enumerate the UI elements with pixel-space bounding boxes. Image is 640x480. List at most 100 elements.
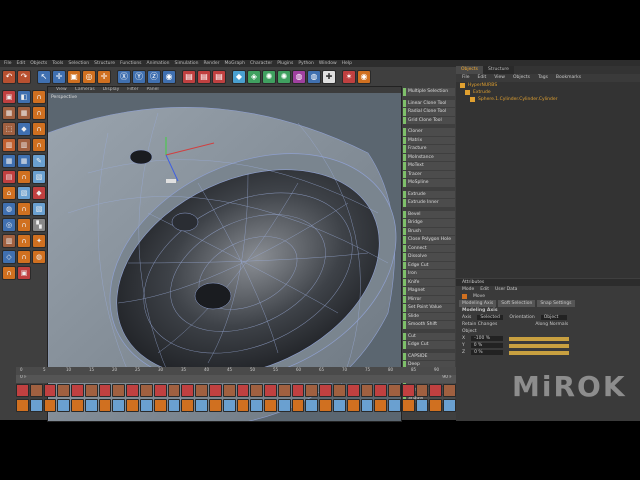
bottom-tool-icon[interactable] [71,384,84,397]
bottom-tool-icon[interactable] [332,399,346,412]
object-manager-menu-file[interactable]: File [462,74,470,82]
palette-item-smooth-shift[interactable]: Smooth Shift [403,321,455,329]
menu-tools[interactable]: Tools [52,60,63,67]
bottom-tool-icon[interactable] [29,384,43,397]
attributes-menu-edit[interactable]: Edit [480,287,489,292]
palette-item-capside[interactable]: CAPSIDE [403,352,455,360]
object-row[interactable]: Extrude [456,89,640,96]
move-icon[interactable]: ✛ [52,69,66,84]
bottom-tool-icon[interactable] [112,399,126,412]
coord-slider[interactable] [508,343,569,348]
attributes-tab-snap-settings[interactable]: Snap Settings [537,300,575,307]
tab-structure[interactable]: Structure [483,66,514,74]
render-pic-viewer-icon[interactable]: ▤ [197,69,211,84]
cube-icon[interactable]: ◆ [232,69,246,84]
point-mode-icon[interactable]: ⬚ [2,122,16,136]
coord-slider[interactable] [509,336,570,341]
menu-functions[interactable]: Functions [120,60,142,67]
bottom-tool-icon[interactable] [167,384,181,397]
sculpt-icon[interactable]: ∩ [17,170,31,184]
palette-item-edge-cut[interactable]: Edge Cut [403,341,455,349]
grid-icon[interactable]: ▦ [17,154,31,168]
model-mode-icon[interactable]: ▦ [2,106,16,120]
x-axis-icon[interactable]: Ⓧ [117,69,131,84]
spline-icon[interactable]: ◍ [2,202,16,216]
palette-item-magnet[interactable]: Magnet [403,287,455,295]
bottom-tool-icon[interactable] [429,384,443,397]
bottom-tool-icon[interactable] [195,399,208,412]
workplane-icon[interactable]: ▦ [2,154,16,168]
bottom-tool-icon[interactable] [181,384,195,397]
planar-icon[interactable]: ▤ [2,170,16,184]
bottom-tool-icon[interactable] [374,384,388,397]
mirror-icon[interactable]: ∩ [17,202,31,216]
bottom-tool-icon[interactable] [98,384,112,397]
bottom-tool-icon[interactable] [167,399,181,412]
undo-icon[interactable]: ↶ [2,69,16,84]
bottom-tool-icon[interactable] [140,399,153,412]
brush-icon[interactable]: ✎ [32,154,46,168]
make-editable-icon[interactable]: ▣ [2,90,16,104]
object-mode-icon[interactable]: ▦ [17,106,31,120]
bottom-tool-icon[interactable] [415,384,429,397]
palette-item-extrude[interactable]: Extrude [403,190,455,198]
palette-item-cut[interactable]: Cut [403,332,455,340]
attributes-tab-modeling-axis[interactable]: Modeling Axis [459,300,497,307]
menu-edit[interactable]: Edit [17,60,26,67]
menu-objects[interactable]: Objects [30,60,47,67]
timeline[interactable]: 0 5 10 15 20 25 30 35 40 45 50 55 60 65 70 75 80 85 90 0 F… [16,367,456,383]
object-manager-menu-tags[interactable]: Tags [538,74,548,82]
bottom-tool-icon[interactable] [319,399,332,412]
bottom-tool-icon[interactable] [71,399,84,412]
z-axis-icon[interactable]: Ⓩ [147,69,161,84]
object-manager-menu-view[interactable]: View [494,74,505,82]
palette-item-connect[interactable]: Connect [403,244,455,252]
attribute-value-2[interactable]: Object [540,315,567,320]
menu-window[interactable]: Window [319,60,337,67]
polygon-mode-icon[interactable]: ∩ [32,122,46,136]
palette-item-iron[interactable]: Iron [403,270,455,278]
attribute-value[interactable]: Selected [477,315,504,320]
palette-item-extrude-inner[interactable]: Extrude Inner [403,199,455,207]
bottom-tool-icon[interactable] [388,399,401,412]
palette-item-set-point-value[interactable]: Set Point Value [403,304,455,312]
palette-item-slide[interactable]: Slide [403,312,455,320]
menu-python[interactable]: Python [298,60,314,67]
tweak-icon[interactable]: ▧ [17,186,31,200]
extrude-inner-icon[interactable]: ▣ [17,266,31,280]
bottom-tool-icon[interactable] [236,399,250,412]
bottom-tool-icon[interactable] [181,399,195,412]
redo-icon[interactable]: ↷ [17,69,31,84]
bottom-tool-icon[interactable] [401,384,415,397]
array-icon[interactable]: ✺ [262,69,276,84]
bottom-tool-icon[interactable] [153,399,167,412]
camera-icon[interactable]: ✚ [322,69,336,84]
axis-mode-icon[interactable]: ∩ [32,106,46,120]
palette-item-dissolve[interactable]: Dissolve [403,253,455,261]
menu-mograph[interactable]: MoGraph [225,60,245,67]
slide-icon[interactable]: ∩ [2,266,16,280]
menu-file[interactable]: File [4,60,12,67]
bottom-tool-icon[interactable] [277,399,291,412]
bevel-icon[interactable]: ∩ [17,218,31,232]
bottom-tool-icon[interactable] [112,384,126,397]
bottom-tool-icon[interactable] [43,384,57,397]
coord-value[interactable]: 0 % [470,343,503,348]
magnet-icon[interactable]: ∩ [32,90,46,104]
recent-tool-icon[interactable]: ✛ [97,69,111,84]
attributes-menu-mode[interactable]: Mode [462,287,474,292]
deformer-icon[interactable]: ✺ [277,69,291,84]
palette-item-mirror[interactable]: Mirror [403,295,455,303]
attributes-tab-soft-selection[interactable]: Soft Selection [498,300,536,307]
palette-item-moinstance[interactable]: MoInstance [403,153,455,161]
scene-icon[interactable]: ◍ [292,69,306,84]
bottom-tool-icon[interactable] [84,399,98,412]
nurbs-icon[interactable]: ◈ [247,69,261,84]
coord-value[interactable]: -100 % [471,336,504,341]
iron-icon[interactable]: ∩ [17,250,31,264]
bottom-tool-icon[interactable] [250,399,264,412]
quantize-icon[interactable]: ◎ [2,218,16,232]
bottom-tool-icon[interactable] [319,384,332,397]
weld-icon[interactable]: ▧ [32,202,46,216]
menu-selection[interactable]: Selection [68,60,89,67]
